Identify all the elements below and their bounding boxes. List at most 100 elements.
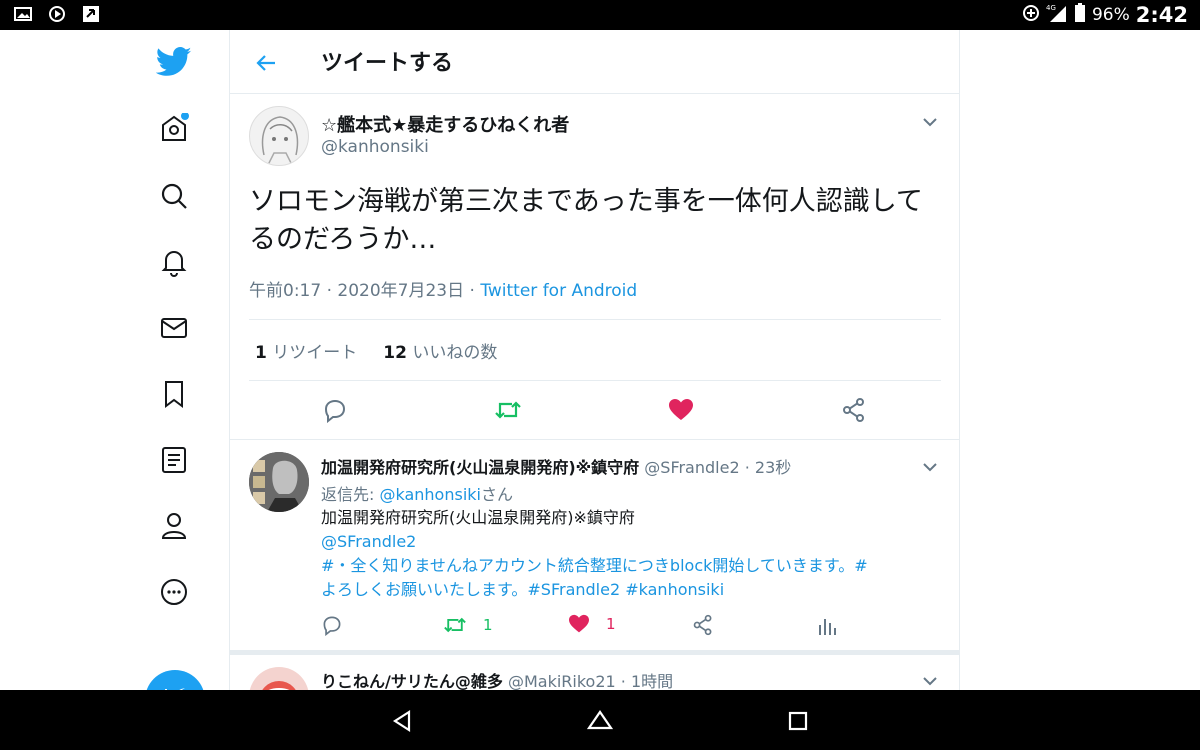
system-navigation-bar [0,690,1200,750]
system-back-button[interactable] [387,706,417,736]
bell-icon [161,251,187,277]
status-bar: 4G 96% 2:42 [0,0,1200,30]
tweet-menu-chevron-icon[interactable] [920,457,940,477]
like-count: 12 [383,343,407,363]
reply-text-line: 加温開発府研究所(火山温泉開発府)※鎮守府 [321,508,635,527]
main-column: ツイートする ☆艦本式★暴走するひねくれ者 @kanhonsiki ソロモン海戦… [229,30,960,690]
page-title: ツイートする [321,51,454,76]
focused-tweet: ☆艦本式★暴走するひねくれ者 @kanhonsiki ソロモン海戦が第三次まであ… [230,95,959,440]
reply-to-prefix: 返信先: [321,485,380,504]
clock: 2:42 [1135,3,1188,27]
nav-messages[interactable] [150,304,198,352]
reply-icon [323,616,341,636]
triangle-back-icon [392,709,411,733]
reply-header: りこねん/サリたん@雑多 @MakiRiko21 · 1時間 [321,668,673,690]
retweet-icon [495,401,521,419]
tweet-source-link[interactable]: Twitter for Android [480,281,637,301]
nav-lists[interactable] [150,436,198,484]
divider [249,380,941,381]
avatar[interactable] [249,106,309,166]
person-icon [161,513,187,539]
mention-link[interactable]: @SFrandle2 [321,530,946,554]
like-count: 1 [606,615,616,633]
tweet-stats: 1 リツイート 12 いいねの数 [255,338,497,363]
heart-filled-icon [569,614,589,633]
retweet-button[interactable]: 1 [443,614,493,636]
handle-and-time: @MakiRiko21 · 1時間 [507,672,674,690]
share-button[interactable] [692,614,714,636]
status-right: 4G 96% 2:42 [1022,3,1188,27]
signal-icon: 4G [1046,3,1068,27]
like-label: いいねの数 [406,343,498,363]
retweet-icon [444,617,466,633]
reply-text: 加温開発府研究所(火山温泉開発府)※鎮守府 @SFrandle2 #・全く知りま… [321,506,946,602]
hashtag-line[interactable]: よろしくお願いいたします。#SFrandle2 #kanhonsiki [321,578,946,602]
like-stat[interactable]: 12 いいねの数 [383,338,497,363]
system-home-button[interactable] [585,706,615,736]
nav-more[interactable] [150,568,198,616]
reply-header: 加温開発府研究所(火山温泉開発府)※鎮守府 @SFrandle2 · 23秒 [321,454,791,478]
arrow-left-icon [256,55,275,71]
reply-to-suffix: さん [480,485,513,504]
retweet-count: 1 [483,616,493,634]
reply-button[interactable] [321,614,343,636]
reply-tweet[interactable]: りこねん/サリたん@雑多 @MakiRiko21 · 1時間 [230,655,959,690]
analytics-icon [819,619,836,635]
anime-avatar-illustration [261,116,299,165]
character-avatar-illustration [249,452,309,512]
tweet-metadata: 午前0:17 · 2020年7月23日 · Twitter for Androi… [249,276,637,301]
share-button[interactable] [840,396,868,424]
nav-bookmarks[interactable] [150,370,198,418]
mail-icon [161,318,187,338]
handle-and-time: @SFrandle2 · 23秒 [644,458,792,477]
divider [249,319,941,320]
share-icon [693,614,712,636]
tweet-menu-chevron-icon[interactable] [920,112,940,132]
image-notification-icon [14,5,34,23]
character-avatar-illustration [262,681,296,690]
battery-percent: 96% [1091,5,1130,25]
display-name[interactable]: ☆艦本式★暴走するひねくれ者 [321,111,569,137]
home-icon [162,113,189,141]
system-recents-button[interactable] [783,706,813,736]
like-button[interactable]: 1 [568,614,616,634]
more-icon [161,579,187,605]
tweet-timestamp[interactable]: 午前0:17 · 2020年7月23日 · [249,281,480,301]
download-notification-icon [82,5,100,23]
twitter-logo-icon[interactable] [150,38,198,86]
bookmark-icon [165,381,183,408]
reply-tweet[interactable]: 加温開発府研究所(火山温泉開発府)※鎮守府 @SFrandle2 · 23秒 返… [230,441,959,651]
square-recents-icon [788,711,808,731]
like-button[interactable] [667,396,695,424]
tweet-text: ソロモン海戦が第三次まであった事を一体何人認識してるのだろうか… [249,186,923,255]
user-handle[interactable]: @kanhonsiki [321,137,429,157]
notification-icons [14,5,100,23]
battery-icon [1074,3,1086,27]
sidebar-nav [0,30,229,730]
retweet-count: 1 [255,343,267,363]
display-name[interactable]: りこねん/サリたん@雑多 [321,672,503,690]
reply-to-handle-link[interactable]: @kanhonsiki [379,485,481,504]
reply-button[interactable] [321,396,349,424]
avatar[interactable] [249,667,309,690]
avatar[interactable] [249,452,309,512]
back-button[interactable] [250,47,282,79]
retweet-stat[interactable]: 1 リツイート [255,338,357,363]
retweet-label: リツイート [266,343,358,363]
retweet-button[interactable] [494,396,522,424]
nav-profile[interactable] [150,502,198,550]
nav-home[interactable] [150,104,198,152]
video-notification-icon [48,5,68,23]
nav-notifications[interactable] [150,238,198,286]
page-header: ツイートする [230,30,959,94]
tweet-menu-chevron-icon[interactable] [920,671,940,690]
heart-filled-icon [669,399,693,420]
display-name[interactable]: 加温開発府研究所(火山温泉開発府)※鎮守府 [321,458,639,477]
nav-explore[interactable] [150,172,198,220]
svg-text:4G: 4G [1046,4,1056,12]
data-saver-icon [1022,4,1040,26]
analytics-button[interactable] [817,614,837,636]
search-icon [161,183,187,209]
home-outline-icon [587,710,613,730]
hashtag-line[interactable]: #・全く知りませんねアカウント統合整理につきblock開始していきます。# [321,554,946,578]
